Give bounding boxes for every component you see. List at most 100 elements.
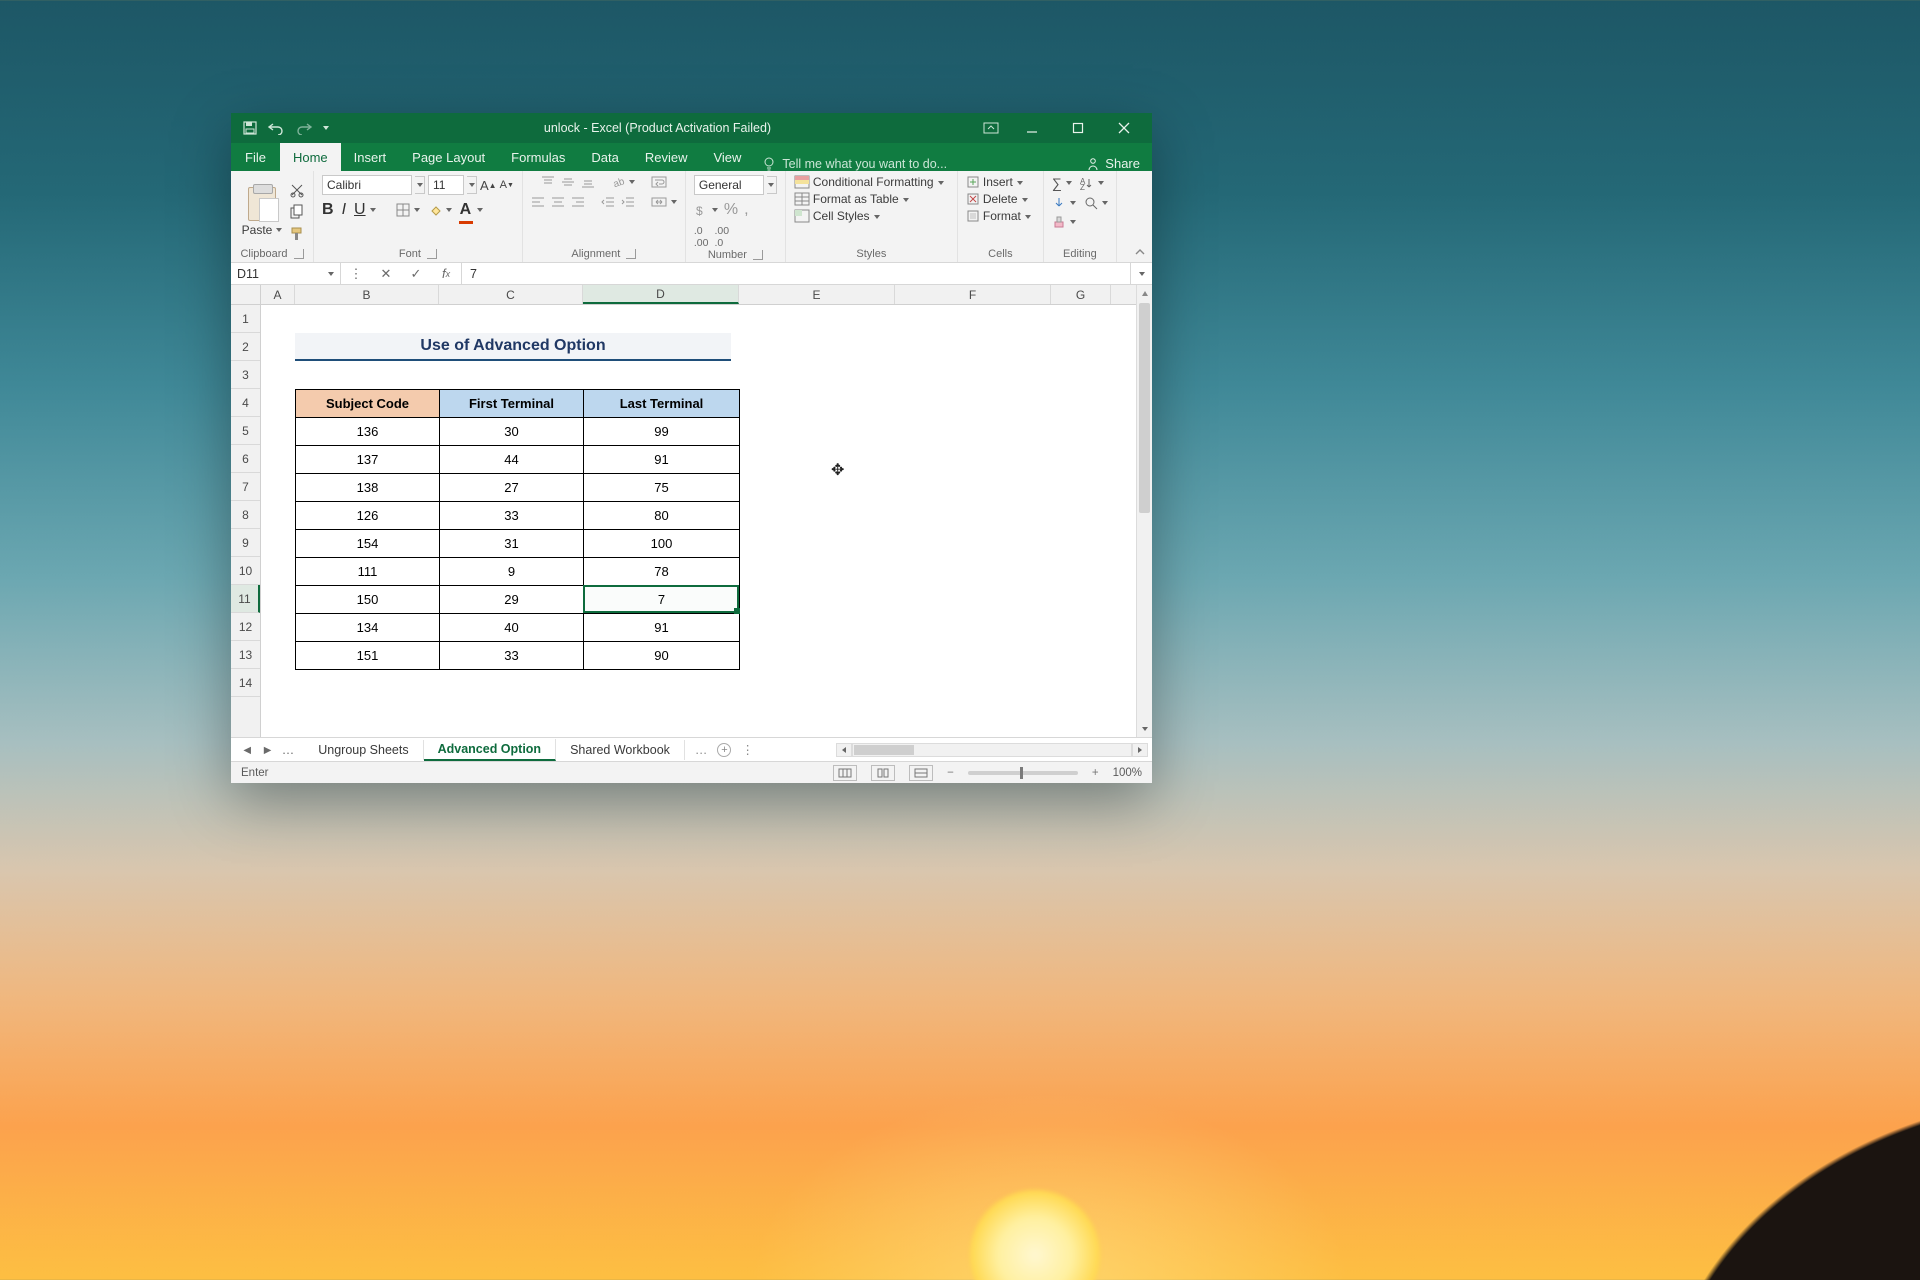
autosum-icon[interactable]: ∑ — [1052, 175, 1072, 191]
zoom-out-icon[interactable]: − — [947, 767, 954, 779]
align-bottom-icon[interactable] — [581, 175, 595, 189]
underline-icon[interactable]: U — [354, 201, 376, 219]
share-button[interactable]: Share — [1074, 156, 1152, 171]
align-center-icon[interactable] — [551, 195, 565, 209]
tab-review[interactable]: Review — [632, 143, 701, 171]
table-cell[interactable]: 150 — [296, 586, 440, 614]
vertical-scrollbar[interactable] — [1136, 285, 1152, 737]
comma-icon[interactable]: , — [744, 201, 748, 219]
tab-view[interactable]: View — [700, 143, 754, 171]
page-break-view-icon[interactable] — [909, 765, 933, 781]
collapse-ribbon-icon[interactable] — [1134, 246, 1146, 258]
expand-formula-bar-icon[interactable] — [1130, 263, 1152, 284]
horizontal-scrollbar[interactable] — [764, 743, 1152, 757]
row-header-3[interactable]: 3 — [231, 361, 260, 389]
table-cell[interactable]: 126 — [296, 502, 440, 530]
bold-icon[interactable]: B — [322, 201, 334, 219]
column-header-A[interactable]: A — [261, 285, 295, 304]
paste-button[interactable]: Paste — [239, 182, 285, 242]
table-cell[interactable]: 78 — [584, 558, 740, 586]
column-headers[interactable]: ABCDEFG — [261, 285, 1136, 305]
sheet-tab-shared-workbook[interactable]: Shared Workbook — [556, 740, 685, 760]
row-header-7[interactable]: 7 — [231, 473, 260, 501]
cut-icon[interactable] — [289, 182, 305, 198]
column-header-F[interactable]: F — [895, 285, 1051, 304]
row-header-11[interactable]: 11 — [231, 585, 260, 613]
column-header-B[interactable]: B — [295, 285, 439, 304]
fx-icon[interactable]: fx — [431, 266, 461, 281]
accounting-icon[interactable]: $ — [694, 203, 718, 217]
table-cell[interactable]: 137 — [296, 446, 440, 474]
table-cell[interactable]: 151 — [296, 642, 440, 670]
cell-styles-button[interactable]: Cell Styles — [794, 209, 880, 223]
align-top-icon[interactable] — [541, 175, 555, 189]
sheet-tab-ungroup[interactable]: Ungroup Sheets — [304, 740, 423, 760]
borders-icon[interactable] — [396, 203, 420, 217]
sheet-nav-more-icon[interactable]: … — [282, 743, 295, 757]
page-layout-view-icon[interactable] — [871, 765, 895, 781]
increase-font-icon[interactable]: A▲ — [480, 178, 497, 193]
column-header-D[interactable]: D — [583, 285, 739, 304]
table-cell[interactable]: 154 — [296, 530, 440, 558]
table-cell[interactable]: 29 — [440, 586, 584, 614]
decrease-indent-icon[interactable] — [601, 195, 615, 209]
row-header-8[interactable]: 8 — [231, 501, 260, 529]
row-header-10[interactable]: 10 — [231, 557, 260, 585]
sheet-nav-prev-icon[interactable]: ◄ — [241, 743, 253, 757]
alignment-dialog-launcher[interactable] — [626, 249, 636, 259]
row-header-13[interactable]: 13 — [231, 641, 260, 669]
tell-me[interactable]: Tell me what you want to do... — [754, 157, 1074, 171]
align-middle-icon[interactable] — [561, 175, 575, 189]
format-cells-button[interactable]: Format — [966, 209, 1031, 223]
zoom-slider[interactable] — [968, 771, 1078, 775]
tab-page-layout[interactable]: Page Layout — [399, 143, 498, 171]
cancel-icon[interactable]: ✕ — [371, 266, 401, 282]
font-name-dropdown[interactable] — [415, 176, 425, 194]
formula-input[interactable]: 7 — [462, 263, 1130, 284]
number-dialog-launcher[interactable] — [753, 250, 763, 260]
increase-indent-icon[interactable] — [621, 195, 635, 209]
row-header-2[interactable]: 2 — [231, 333, 260, 361]
find-select-icon[interactable] — [1084, 196, 1108, 210]
new-sheet-icon[interactable]: + — [717, 743, 731, 757]
enter-icon[interactable]: ✓ — [401, 266, 431, 282]
fx-menu-icon[interactable]: ⋮ — [341, 266, 371, 282]
minimize-button[interactable] — [1010, 113, 1054, 143]
table-cell[interactable]: 40 — [440, 614, 584, 642]
orientation-icon[interactable]: ab — [611, 175, 635, 189]
sheet-tabs-more-icon[interactable]: … — [695, 743, 708, 757]
percent-icon[interactable]: % — [724, 201, 738, 219]
table-cell[interactable]: 100 — [584, 530, 740, 558]
column-header-C[interactable]: C — [439, 285, 583, 304]
row-header-6[interactable]: 6 — [231, 445, 260, 473]
fill-icon[interactable] — [1052, 196, 1076, 210]
table-cell[interactable]: 136 — [296, 418, 440, 446]
fill-color-icon[interactable] — [428, 203, 452, 217]
wrap-text-icon[interactable] — [651, 175, 667, 189]
tab-file[interactable]: File — [231, 143, 280, 171]
format-painter-icon[interactable] — [289, 226, 305, 242]
number-format-dropdown[interactable] — [767, 176, 777, 194]
table-cell[interactable]: 7 — [584, 586, 740, 614]
font-size-dropdown[interactable] — [467, 176, 477, 194]
delete-cells-button[interactable]: Delete — [966, 192, 1028, 206]
table-cell[interactable]: 138 — [296, 474, 440, 502]
column-header-G[interactable]: G — [1051, 285, 1111, 304]
table-cell[interactable]: 90 — [584, 642, 740, 670]
font-name-input[interactable] — [322, 175, 412, 195]
tab-formulas[interactable]: Formulas — [498, 143, 578, 171]
row-headers[interactable]: 1234567891011121314 — [231, 305, 261, 737]
decrease-decimal-icon[interactable]: .00.0 — [714, 225, 729, 249]
zoom-in-icon[interactable]: + — [1092, 767, 1099, 779]
table-cell[interactable]: 30 — [440, 418, 584, 446]
table-cell[interactable]: 27 — [440, 474, 584, 502]
align-left-icon[interactable] — [531, 195, 545, 209]
font-color-icon[interactable]: A — [460, 201, 484, 219]
row-header-9[interactable]: 9 — [231, 529, 260, 557]
cells-area[interactable]: Use of Advanced Option Subject CodeFirst… — [261, 305, 1136, 737]
sort-filter-icon[interactable]: AZ — [1080, 176, 1104, 190]
redo-icon[interactable] — [295, 121, 313, 135]
table-cell[interactable]: 75 — [584, 474, 740, 502]
increase-decimal-icon[interactable]: .0.00 — [694, 225, 709, 249]
table-cell[interactable]: 91 — [584, 446, 740, 474]
